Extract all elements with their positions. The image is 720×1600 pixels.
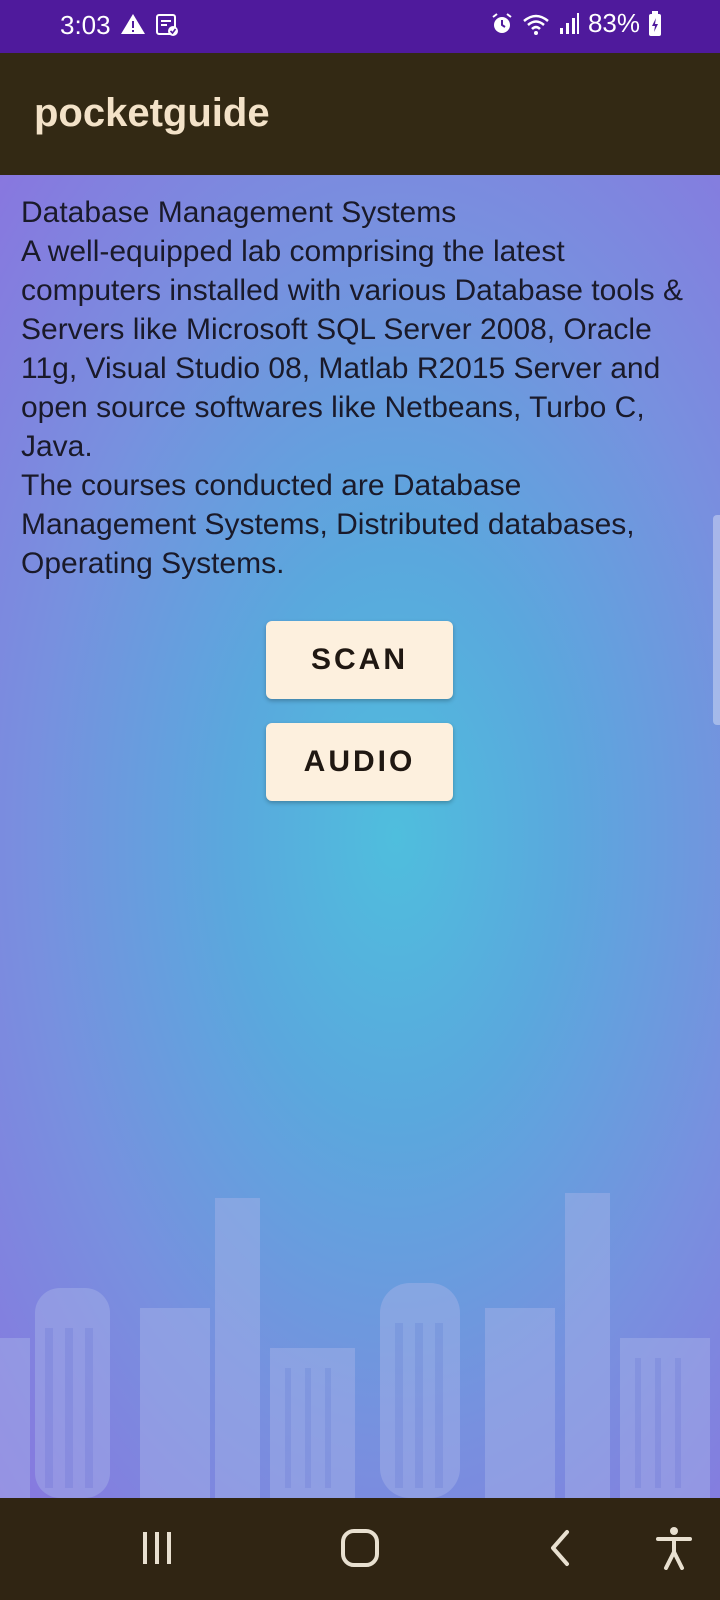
battery-charging-icon [648,10,662,37]
warning-icon [120,12,146,38]
content-area[interactable]: Database Management Systems A well-equip… [0,175,720,1498]
app-title: pocketguide [34,91,270,135]
navigation-bar [0,1498,720,1600]
home-icon [339,1527,381,1574]
scan-button[interactable]: SCAN [266,621,453,699]
battery-percent: 83% [587,8,640,38]
clipboard-check-icon [154,12,180,38]
scroll-indicator[interactable] [713,515,720,725]
screen: 3:03 83% pocketguide Database Management… [0,0,720,1600]
signal-icon [558,12,580,36]
wifi-icon [522,12,550,36]
app-bar: pocketguide [0,53,720,175]
recent-apps-button[interactable] [131,1524,183,1576]
back-button[interactable] [535,1524,587,1576]
lab-description: Database Management Systems A well-equip… [21,196,683,580]
cityscape-background [0,1193,710,1498]
home-button[interactable] [334,1524,386,1576]
accessibility-button[interactable] [648,1524,700,1576]
back-icon [541,1528,581,1573]
status-right-icons: 83% [490,8,662,39]
recent-apps-icon [137,1528,177,1573]
status-time: 3:03 [60,10,111,40]
accessibility-icon [654,1526,694,1575]
status-left-icons [120,12,180,38]
alarm-icon [490,12,514,36]
status-bar: 3:03 83% [0,0,720,53]
audio-button[interactable]: AUDIO [266,723,453,801]
